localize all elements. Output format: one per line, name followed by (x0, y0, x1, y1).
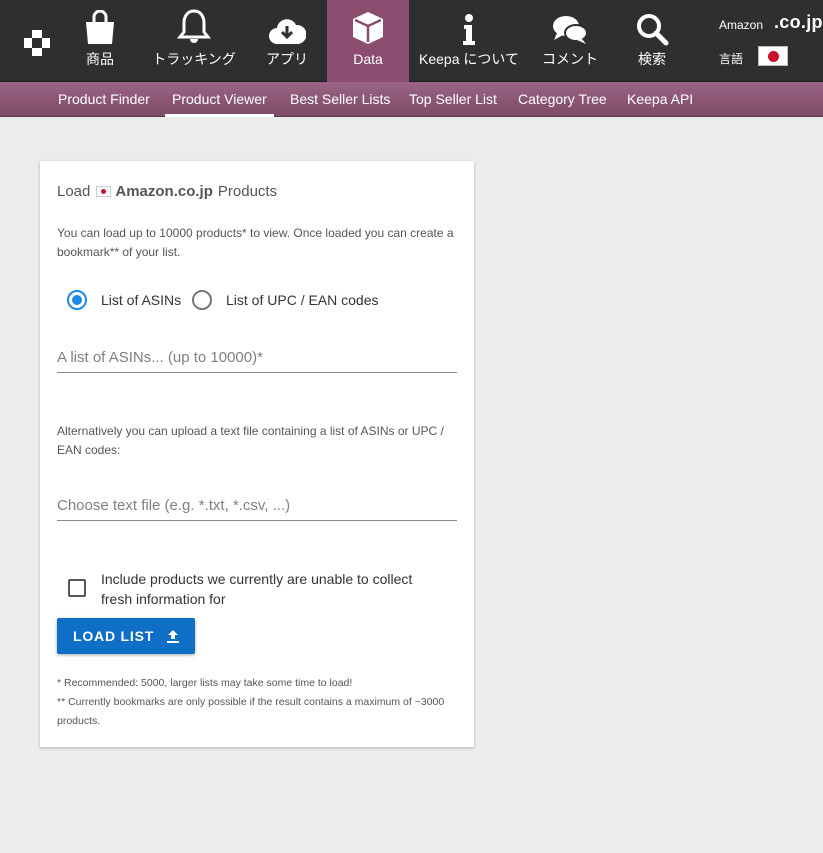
shopping-bag-icon (83, 0, 117, 48)
footnote-bookmarks: ** Currently bookmarks are only possible… (57, 696, 445, 727)
keepa-logo-icon[interactable] (14, 20, 60, 66)
include-products-option[interactable]: Include products we currently are unable… (68, 569, 441, 609)
nav-data[interactable]: Data (327, 0, 409, 82)
nav-search[interactable]: 検索 (624, 0, 680, 82)
nav-tracking-label: トラッキング (152, 51, 236, 67)
amazon-label: Amazon (719, 18, 764, 32)
cube-icon (351, 0, 385, 48)
top-navigation: 商品 トラッキング アプリ Data Keepa について コメント 検索 Am… (0, 0, 823, 82)
subnav-best-seller-lists[interactable]: Best Seller Lists (290, 82, 390, 117)
nav-products-label: 商品 (86, 51, 114, 67)
radio-asin-label: List of ASINs (101, 292, 182, 308)
load-products-card: Load Amazon.co.jp Products You can load … (40, 161, 474, 747)
radio-asin-option[interactable]: List of ASINs (67, 289, 181, 311)
title-suffix: Products (217, 183, 278, 200)
card-description: You can load up to 10000 products* to vi… (57, 226, 454, 259)
nav-about[interactable]: Keepa について (414, 0, 524, 82)
title-site: Amazon.co.jp (115, 183, 213, 200)
bell-icon (177, 0, 211, 48)
include-products-checkbox[interactable] (68, 579, 86, 597)
nav-comments[interactable]: コメント (536, 0, 604, 82)
subnav-top-seller-list[interactable]: Top Seller List (409, 82, 497, 117)
nav-search-label: 検索 (638, 51, 666, 67)
nav-tracking[interactable]: トラッキング (146, 0, 242, 82)
load-list-label: LOAD LIST (73, 628, 155, 644)
japan-flag-icon[interactable] (758, 46, 788, 66)
subnav-keepa-api[interactable]: Keepa API (627, 82, 693, 117)
radio-upc-option[interactable]: List of UPC / EAN codes (192, 289, 379, 311)
subnav-product-finder[interactable]: Product Finder (58, 82, 150, 117)
domain-tld[interactable]: .co.jp (774, 12, 823, 33)
load-list-button[interactable]: LOAD LIST (57, 618, 195, 654)
japan-flag-icon (96, 186, 112, 197)
asin-list-input[interactable] (57, 343, 457, 373)
subnav-product-viewer[interactable]: Product Viewer (165, 82, 274, 117)
nav-comments-label: コメント (542, 51, 598, 67)
radio-asin[interactable] (67, 290, 87, 310)
nav-apps-label: アプリ (266, 51, 308, 67)
footnotes: * Recommended: 5000, larger lists may ta… (57, 674, 457, 731)
upload-icon (166, 629, 180, 643)
cloud-download-icon (268, 0, 306, 48)
footnote-recommended: * Recommended: 5000, larger lists may ta… (57, 677, 353, 689)
nav-data-label: Data (353, 51, 383, 67)
nav-apps[interactable]: アプリ (259, 0, 315, 82)
nav-about-label: Keepa について (419, 51, 519, 67)
language-label: 言語 (719, 52, 744, 66)
upload-description: Alternatively you can upload a text file… (57, 424, 444, 457)
title-prefix: Load (57, 183, 91, 200)
include-products-label: Include products we currently are unable… (101, 571, 413, 607)
file-upload-input[interactable] (57, 491, 457, 521)
chat-icon (551, 0, 589, 48)
info-icon (459, 0, 479, 48)
card-title: Load Amazon.co.jp Products (57, 183, 277, 200)
region-selector[interactable]: Amazon .co.jp 言語 (708, 0, 823, 82)
subnav-category-tree[interactable]: Category Tree (518, 82, 607, 117)
search-icon (635, 0, 669, 48)
radio-upc-label: List of UPC / EAN codes (226, 292, 379, 308)
sub-navigation: Product Finder Product Viewer Best Selle… (0, 82, 823, 117)
nav-products[interactable]: 商品 (70, 0, 130, 82)
radio-upc[interactable] (192, 290, 212, 310)
